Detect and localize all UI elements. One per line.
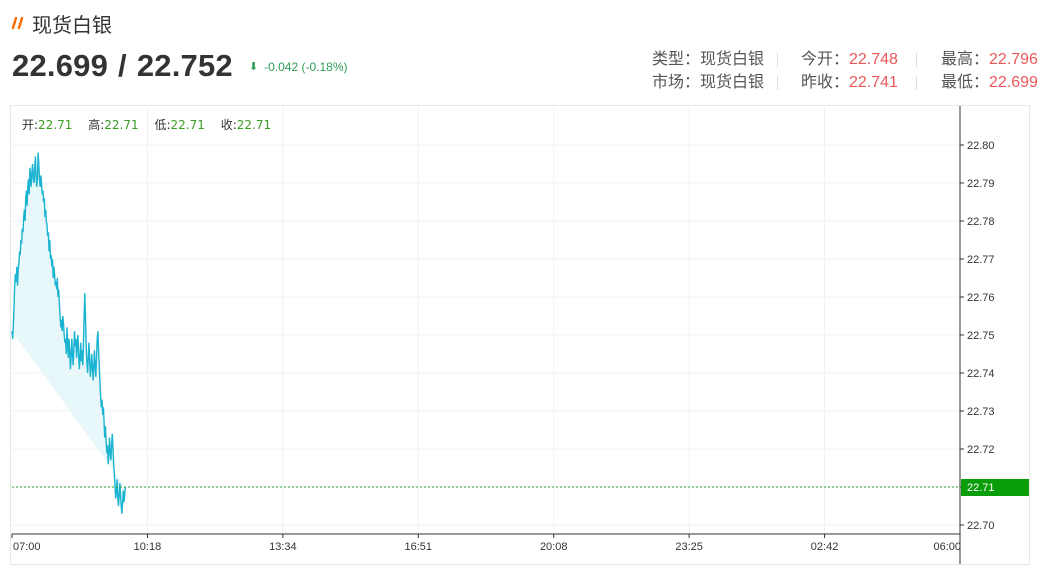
bid-price: 22.699 [12,48,109,83]
y-tick-label: 22.76 [967,292,995,304]
y-tick-label: 22.79 [967,178,995,190]
ohlc-close: 收:22.71 [220,118,272,132]
info-low: 最低：22.699 [941,74,1038,91]
x-tick-label: 06:00 [933,541,961,553]
ohlc-readout: 开:22.71 高:22.71 低:22.71 收:22.71 [22,116,283,133]
info-type: 类型：现货白银 [652,51,765,68]
divider [777,76,778,90]
current-price-label: 22.71 [967,482,995,494]
info-high: 最高：22.796 [941,51,1038,68]
chart-canvas[interactable]: 22.80 22.79 22.78 22.77 22.76 22.75 22.74 22.73… [11,106,1029,564]
y-tick-label: 22.80 [967,140,995,152]
y-tick-label: 22.75 [967,330,995,342]
divider [916,53,917,67]
header: 现货白银 [12,10,112,37]
page-title: 现货白银 [32,12,112,37]
y-tick-label: 22.77 [967,254,995,266]
ask-price: 22.752 [136,48,233,83]
y-tick-label: 22.78 [967,216,995,228]
divider [777,53,778,67]
price-chart[interactable]: 22.80 22.79 22.78 22.77 22.76 22.75 22.74 22.73… [10,105,1030,565]
x-tick-label: 02:42 [811,541,839,553]
ohlc-open: 开:22.71 [22,118,73,132]
x-tick-label: 16:51 [405,541,433,553]
info-prev-close: 昨收：22.741 [801,74,898,91]
change-value: -0.042 (-0.18%) [264,59,348,74]
ohlc-high: 高:22.71 [88,118,139,132]
info-open: 今开：22.748 [801,51,898,68]
down-arrow-icon: ⬇ [248,61,259,73]
y-tick-label: 22.70 [967,520,995,532]
y-tick-label: 22.72 [967,444,995,456]
price-change: ⬇ -0.042 (-0.18%) [249,60,348,74]
ohlc-low: 低:22.71 [154,118,205,132]
y-tick-label: 22.74 [967,368,995,380]
x-tick-label: 20:08 [540,541,568,553]
info-market: 市场：现货白银 [652,74,765,91]
x-tick-label: 13:34 [269,541,297,553]
price-separator: / [118,48,127,83]
x-tick-label: 23:25 [675,541,703,553]
quote-row: 22.699 / 22.752 ⬇ -0.042 (-0.18%) [12,48,347,84]
y-tick-label: 22.73 [967,406,995,418]
x-tick-label: 10:18 [134,541,162,553]
x-tick-label: 07:00 [13,541,41,553]
divider [916,76,917,90]
double-slash-icon [12,16,24,30]
